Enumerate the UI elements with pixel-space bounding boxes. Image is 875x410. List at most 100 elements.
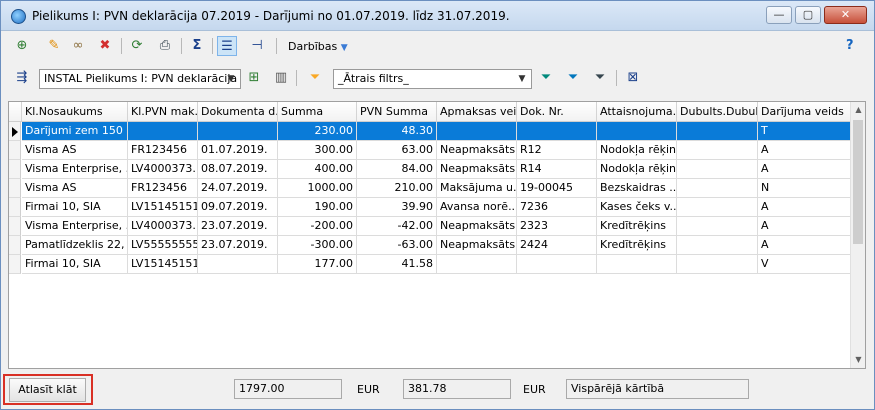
table-cell[interactable]: Neapmaksāts [437, 236, 517, 255]
table-row[interactable]: Firmai 10, SIALV151451516 177.0041.58 V [9, 255, 852, 274]
table-cell[interactable]: 400.00 [278, 160, 357, 179]
table-cell[interactable]: Kases čeks v... [597, 198, 677, 217]
table-cell[interactable] [677, 179, 758, 198]
table-cell[interactable]: N [758, 179, 852, 198]
maximize-button[interactable]: ▢ [795, 6, 821, 24]
table-cell[interactable] [677, 255, 758, 274]
table-cell[interactable]: 09.07.2019. [198, 198, 278, 217]
table-cell[interactable]: Pamatlīdzeklis 22, ... [22, 236, 128, 255]
table-cell[interactable]: 19-00045 [517, 179, 597, 198]
column-header[interactable]: Apmaksas veids [437, 102, 517, 122]
table-cell[interactable]: T [758, 122, 852, 141]
report-settings-icon[interactable]: ▥ [271, 68, 291, 88]
table-cell[interactable]: -200.00 [278, 217, 357, 236]
table-cell[interactable] [677, 141, 758, 160]
column-header[interactable]: Kl.PVN mak... [128, 102, 198, 122]
table-cell[interactable] [677, 236, 758, 255]
table-cell[interactable]: LV151451516 [128, 198, 198, 217]
table-cell[interactable]: V [758, 255, 852, 274]
table-cell[interactable]: 177.00 [278, 255, 357, 274]
refresh-icon[interactable]: ⟳ [127, 36, 147, 56]
table-cell[interactable]: Visma AS [22, 179, 128, 198]
table-cell[interactable]: LV55555555 [128, 236, 198, 255]
table-cell[interactable]: Firmai 10, SIA [22, 198, 128, 217]
table-cell[interactable]: 41.58 [357, 255, 437, 274]
table-cell[interactable]: -42.00 [357, 217, 437, 236]
table-cell[interactable]: Kredītrēķins [597, 236, 677, 255]
tree-view-icon[interactable]: ⊣ [247, 36, 267, 56]
table-cell[interactable]: 84.00 [357, 160, 437, 179]
add-report-icon[interactable]: ⊞ [244, 68, 264, 88]
column-header[interactable]: Darījuma veids [758, 102, 852, 122]
row-header[interactable] [9, 198, 21, 217]
table-cell[interactable]: Visma Enterprise, ... [22, 160, 128, 179]
table-cell[interactable]: Bezskaidras ... [597, 179, 677, 198]
table-row[interactable]: Visma Enterprise, ... LV4000373... 08.07.2… [9, 160, 852, 179]
column-header[interactable]: Attaisnojuma... [597, 102, 677, 122]
table-row[interactable]: Visma Enterprise, ... LV4000373... 23.07.2… [9, 217, 852, 236]
edit-filter-icon[interactable]: ⏷ [563, 68, 583, 88]
table-cell[interactable]: 01.07.2019. [198, 141, 278, 160]
table-cell[interactable]: 210.00 [357, 179, 437, 198]
table-cell[interactable]: A [758, 160, 852, 179]
table-cell[interactable]: Kredītrēķins [597, 217, 677, 236]
table-cell[interactable]: Neapmaksāts [437, 141, 517, 160]
table-cell[interactable] [128, 122, 198, 141]
clear-filter-icon[interactable]: ⊠ [623, 68, 643, 88]
table-cell[interactable] [517, 122, 597, 141]
table-cell[interactable]: 1000.00 [278, 179, 357, 198]
table-cell[interactable] [437, 255, 517, 274]
close-button[interactable]: ✕ [824, 6, 867, 24]
table-cell[interactable]: 300.00 [278, 141, 357, 160]
table-cell[interactable]: 190.00 [278, 198, 357, 217]
table-cell[interactable]: LV151451516 [128, 255, 198, 274]
sum-icon[interactable]: Σ [187, 36, 207, 56]
table-row[interactable]: Pamatlīdzeklis 22, ... LV55555555 23.07.20… [9, 236, 852, 255]
table-cell[interactable] [437, 122, 517, 141]
table-cell[interactable] [198, 255, 278, 274]
column-header[interactable]: Dok. Nr. [517, 102, 597, 122]
scroll-down-icon[interactable]: ▼ [851, 352, 865, 368]
quick-filter-combo[interactable]: _Ātrais filtrs_ ▼ [333, 69, 532, 89]
columns-view-icon[interactable]: ☰ [217, 36, 237, 56]
table-cell[interactable] [677, 122, 758, 141]
row-header[interactable] [9, 255, 21, 274]
table-cell[interactable]: Neapmaksāts [437, 160, 517, 179]
table-cell[interactable]: 24.07.2019. [198, 179, 278, 198]
table-cell[interactable]: LV4000373... [128, 160, 198, 179]
table-cell[interactable]: 7236 [517, 198, 597, 217]
table-cell[interactable]: 230.00 [278, 122, 357, 141]
table-cell[interactable] [597, 122, 677, 141]
table-cell[interactable]: R12 [517, 141, 597, 160]
column-header[interactable]: PVN Summa [357, 102, 437, 122]
table-cell[interactable]: 23.07.2019. [198, 217, 278, 236]
column-header[interactable]: Dokumenta d... [198, 102, 278, 122]
table-cell[interactable]: Nodokļa rēķins [597, 160, 677, 179]
minimize-button[interactable]: — [766, 6, 792, 24]
scroll-thumb[interactable] [853, 120, 863, 244]
scroll-up-icon[interactable]: ▲ [851, 102, 865, 118]
table-cell[interactable] [677, 160, 758, 179]
table-cell[interactable]: R14 [517, 160, 597, 179]
table-row[interactable]: Firmai 10, SIALV15145151609.07.2019.190.… [9, 198, 852, 217]
row-header[interactable] [9, 141, 21, 160]
column-header[interactable]: Summa [278, 102, 357, 122]
table-cell[interactable] [597, 255, 677, 274]
report-combo[interactable]: INSTAL Pielikums I: PVN deklarācija p ▼ [39, 69, 241, 89]
table-row[interactable]: Visma AS FR123456 01.07.2019. 300.00 63.00 Ne… [9, 141, 852, 160]
table-cell[interactable]: FR123456 [128, 141, 198, 160]
table-cell[interactable]: Neapmaksāts [437, 217, 517, 236]
table-cell[interactable]: Darījumi zem 150 ... [22, 122, 128, 141]
table-cell[interactable]: Avansa norē... [437, 198, 517, 217]
table-cell[interactable]: Nodokļa rēķins [597, 141, 677, 160]
row-header[interactable] [9, 236, 21, 255]
row-header[interactable] [9, 217, 21, 236]
column-header[interactable]: Dubults.Dubults [677, 102, 758, 122]
table-cell[interactable]: 63.00 [357, 141, 437, 160]
filter-settings-icon[interactable]: ⏷ [590, 68, 610, 88]
table-cell[interactable]: Visma AS [22, 141, 128, 160]
add-filter-icon[interactable]: ⏷ [536, 68, 556, 88]
report-select-icon[interactable]: ⇶ [12, 68, 32, 88]
table-cell[interactable]: A [758, 141, 852, 160]
column-header[interactable]: Kl.Nosaukums [22, 102, 128, 122]
